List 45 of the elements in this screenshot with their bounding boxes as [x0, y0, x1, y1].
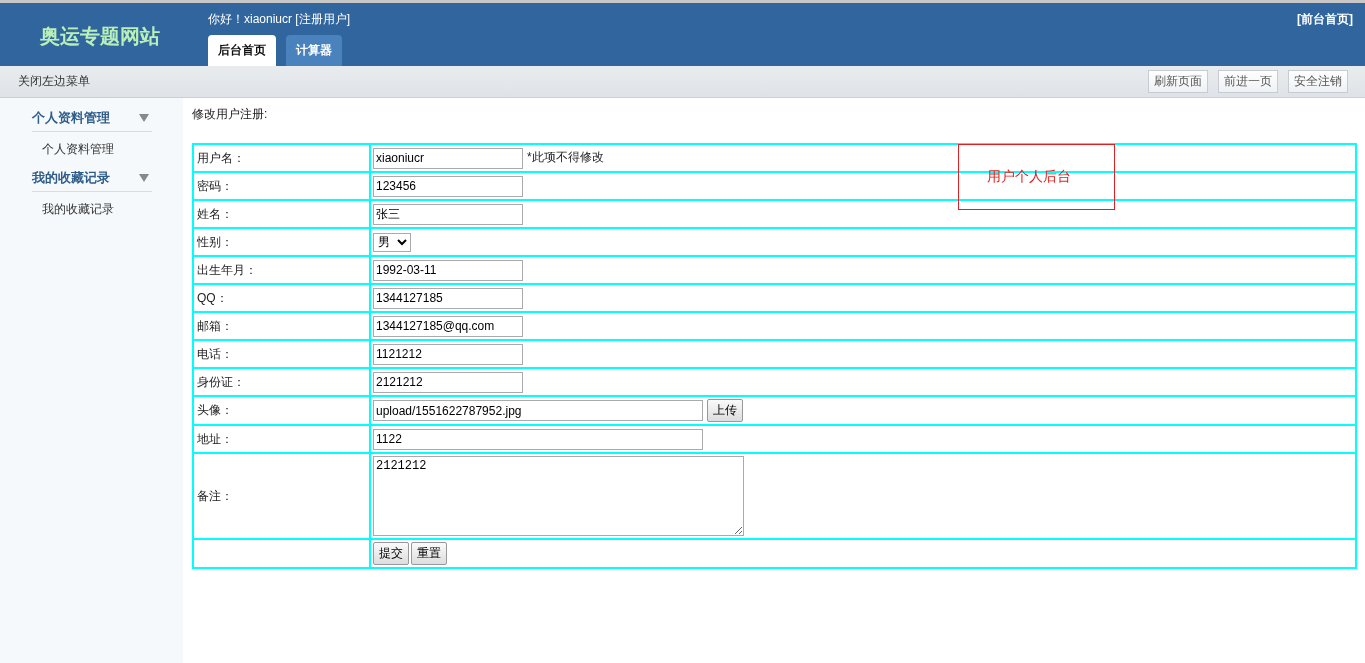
upload-button[interactable]: 上传: [707, 399, 743, 422]
toolbar-button[interactable]: 刷新页面: [1148, 70, 1208, 93]
caret-icon[interactable]: [139, 174, 149, 182]
input-field[interactable]: upload/1551622787952.jpg: [373, 400, 703, 422]
greeting-text: 你好！xiaoniucr [注册用户]: [208, 11, 352, 28]
select-field[interactable]: 男: [373, 232, 411, 252]
input-field[interactable]: 1121212: [373, 343, 523, 365]
note-text: *此项不得修改: [527, 150, 604, 165]
field-label: 出生年月：: [197, 262, 257, 277]
input-field[interactable]: 1992-03-11: [373, 259, 523, 281]
nav-tab[interactable]: 后台首页: [208, 35, 276, 66]
menu-group-title[interactable]: 个人资料管理: [32, 109, 110, 127]
field-label: 姓名：: [197, 206, 233, 221]
input-field[interactable]: 1344127185@qq.com: [373, 315, 523, 337]
input-field[interactable]: 1122: [373, 428, 703, 450]
caret-icon[interactable]: [139, 114, 149, 122]
menu-group-title[interactable]: 我的收藏记录: [32, 169, 110, 187]
field-label: 性别：: [197, 234, 233, 249]
input-field[interactable]: 2121212: [373, 371, 523, 393]
field-label: 邮箱：: [197, 318, 233, 333]
input-field[interactable]: xiaoniucr: [373, 147, 523, 169]
field-label: 电话：: [197, 346, 233, 361]
menu-item[interactable]: 我的收藏记录: [0, 192, 183, 226]
input-field[interactable]: 123456: [373, 175, 523, 197]
field-label: 地址：: [197, 431, 233, 446]
nav-tab[interactable]: 计算器: [286, 35, 342, 66]
field-label: 身份证：: [197, 374, 245, 389]
field-label: QQ：: [197, 290, 228, 305]
field-label: 用户名：: [197, 150, 245, 165]
input-field[interactable]: 1344127185: [373, 287, 523, 309]
site-logo: 奥运专题网站: [39, 24, 161, 49]
form-button[interactable]: 提交: [373, 542, 409, 565]
input-field[interactable]: 张三: [373, 203, 523, 225]
field-label: 备注：: [197, 488, 233, 503]
field-label: 密码：: [197, 178, 233, 193]
annotation-box: 用户个人后台: [958, 144, 1115, 210]
form-button[interactable]: 重置: [411, 542, 447, 565]
form-title: 修改用户注册:: [192, 106, 269, 123]
toolbar-button[interactable]: 前进一页: [1218, 70, 1278, 93]
menu-item[interactable]: 个人资料管理: [0, 132, 183, 166]
field-label: 头像：: [197, 403, 233, 417]
toggle-menu-link[interactable]: 关闭左边菜单: [18, 73, 90, 90]
toolbar-button[interactable]: 安全注销: [1288, 70, 1348, 93]
textarea-field[interactable]: 2121212: [373, 456, 744, 536]
front-page-link[interactable]: [前台首页]: [1297, 11, 1353, 28]
